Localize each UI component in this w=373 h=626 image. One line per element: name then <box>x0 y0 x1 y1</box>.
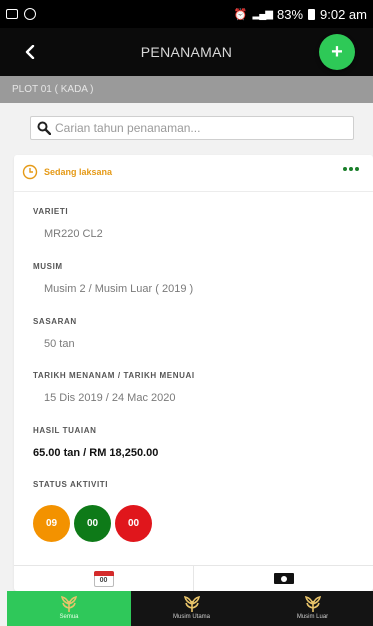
paddy-icon <box>60 595 78 612</box>
paddy-icon <box>304 595 321 612</box>
musim-label: MUSIM <box>33 262 63 271</box>
back-arrow-icon <box>25 45 35 59</box>
status-aktiviti-label: STATUS AKTIVITI <box>33 480 109 489</box>
calendar-button[interactable]: 00 <box>14 566 193 591</box>
activity-pending-badge[interactable]: 09 <box>33 505 70 542</box>
plot-header: PLOT 01 ( KADA ) <box>0 76 373 103</box>
nav-item-musim-utama[interactable]: Musim Utama <box>131 591 252 626</box>
app-bar: PENANAMAN + <box>0 28 373 76</box>
finance-button[interactable] <box>193 566 373 591</box>
activity-done-badge[interactable]: 00 <box>74 505 111 542</box>
more-options-button[interactable] <box>343 167 359 171</box>
planting-card: Sedang laksana VARIETI MR220 CL2 MUSIM M… <box>14 155 373 591</box>
dot-icon <box>343 167 347 171</box>
nav-label-musim-luar: Musim Luar <box>296 614 329 620</box>
page-title: PENANAMAN <box>140 44 233 60</box>
add-button[interactable]: + <box>319 34 355 70</box>
cash-icon <box>273 573 294 584</box>
hasil-value: 65.00 tan / RM 18,250.00 <box>33 447 159 459</box>
search-box[interactable] <box>30 116 354 140</box>
nav-item-musim-luar[interactable]: Musim Luar <box>252 591 373 626</box>
status-bar: ⏰ ▂▄▆ 83% 9:02 am <box>0 0 373 28</box>
sasaran-value: 50 tan <box>44 338 75 350</box>
hasil-label: HASIL TUAIAN <box>33 426 97 435</box>
back-button[interactable] <box>20 40 40 64</box>
musim-value: Musim 2 / Musim Luar ( 2019 ) <box>44 283 194 295</box>
search-input[interactable] <box>55 121 353 135</box>
battery-icon <box>308 8 316 20</box>
status-row: Sedang laksana <box>22 164 112 180</box>
tarikh-value: 15 Dis 2019 / 24 Mac 2020 <box>44 392 176 404</box>
alarm-icon: ⏰ <box>233 8 248 21</box>
paddy-icon <box>183 595 200 612</box>
tarikh-label: TARIKH MENANAM / TARIKH MENUAI <box>33 371 195 380</box>
nav-label-musim-utama: Musim Utama <box>172 614 210 620</box>
varieti-label: VARIETI <box>33 207 69 216</box>
plot-label: PLOT 01 ( KADA ) <box>12 84 94 95</box>
activity-late-badge[interactable]: 00 <box>115 505 152 542</box>
activity-status-group: 09 00 00 <box>33 505 152 542</box>
varieti-value: MR220 CL2 <box>44 228 103 240</box>
clock-icon <box>22 164 38 180</box>
bottom-nav: Semua Musim Utama Musim Luar <box>7 591 373 626</box>
signal-icon: ▂▄▆ <box>252 8 273 20</box>
search-icon <box>37 121 51 135</box>
plus-icon: + <box>331 41 343 63</box>
card-footer: 00 <box>14 565 373 591</box>
dot-icon <box>355 167 359 171</box>
status-text: Sedang laksana <box>44 167 113 177</box>
sasaran-label: SASARAN <box>33 317 77 326</box>
clock: 9:02 am <box>320 6 367 22</box>
gallery-icon <box>6 9 18 19</box>
dot-icon <box>349 167 353 171</box>
divider <box>14 191 373 192</box>
battery-percent: 83% <box>276 6 304 22</box>
whatsapp-icon <box>24 8 36 20</box>
calendar-icon: 00 <box>93 570 114 587</box>
nav-item-semua[interactable]: Semua <box>7 591 131 626</box>
nav-label-semua: Semua <box>59 614 79 620</box>
